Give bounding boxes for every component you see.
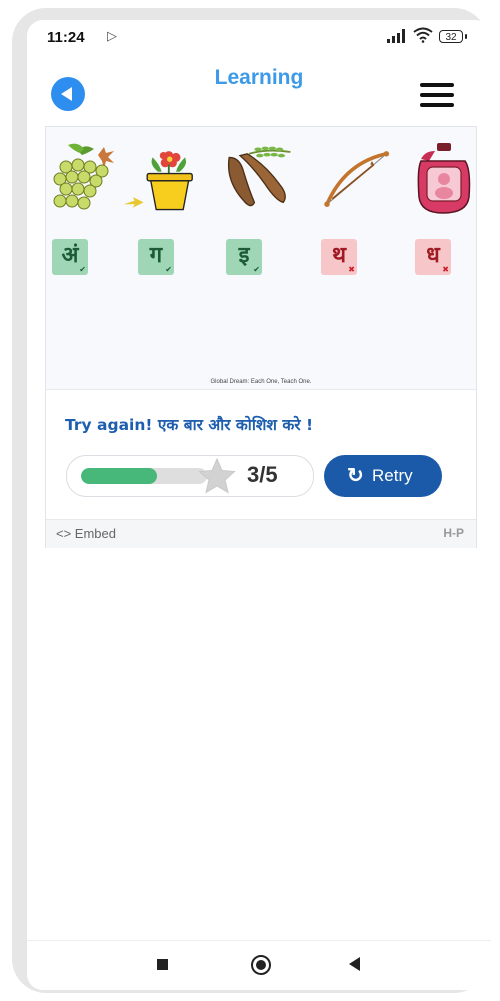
system-back-button[interactable] [349, 957, 360, 971]
phone-screen: 11:24 ▷ 32 Learning अं ✔ ग ✔ इ ✔ थ ✖ ध ✖… [27, 20, 491, 990]
score-text: 3/5 [247, 462, 278, 487]
letter-tile-2[interactable]: ग ✔ [138, 239, 174, 275]
star-icon [198, 457, 236, 494]
letter-tile-3[interactable]: इ ✔ [226, 239, 262, 275]
bow-and-arrow-image [324, 151, 390, 207]
letter-char: ग [149, 243, 163, 268]
tamarind-image [227, 146, 291, 207]
h5p-footer: <> Embed H-P [46, 519, 476, 548]
cast-icon: ▷ [107, 28, 117, 43]
letter-char: थ [331, 243, 347, 268]
h5p-activity-card: अं ✔ ग ✔ इ ✔ थ ✖ ध ✖ Global Dream: Each … [45, 126, 477, 548]
progress-track [81, 468, 207, 484]
grapes-image [53, 143, 114, 210]
home-button[interactable] [251, 955, 271, 975]
check-icon: ✔ [79, 265, 86, 274]
retry-icon: ↻ [347, 465, 364, 487]
signal-icon [387, 29, 405, 43]
hamburger-menu-button[interactable] [420, 83, 454, 109]
letter-tile-1[interactable]: अं ✔ [52, 239, 88, 275]
retry-button[interactable]: ↻ Retry [324, 455, 442, 497]
retry-label: Retry [372, 466, 413, 485]
credit-text: Global Dream: Each One, Teach One. [210, 379, 312, 385]
feedback-message: Try again! एक बार और कोशिश करे ! [65, 416, 314, 434]
status-bar: 11:24 ▷ 32 [27, 20, 491, 60]
app-bar: Learning [27, 60, 491, 130]
letter-tile-4[interactable]: थ ✖ [321, 239, 357, 275]
check-icon: ✔ [165, 265, 172, 274]
system-navigation-bar [27, 940, 491, 990]
battery-icon: 32 [439, 30, 467, 43]
cross-icon: ✖ [348, 265, 355, 274]
recents-button[interactable] [157, 959, 168, 970]
letter-char: अं [61, 243, 79, 268]
wifi-icon [413, 27, 433, 43]
letter-tile-5[interactable]: ध ✖ [415, 239, 451, 275]
letter-char: ध [426, 243, 440, 268]
flask-image [417, 143, 471, 214]
status-time: 11:24 [47, 29, 85, 46]
embed-link[interactable]: <> Embed [56, 526, 116, 541]
letter-char: इ [238, 243, 250, 268]
h5p-logo[interactable]: H-P [443, 526, 464, 540]
drag-and-drop-activity: अं ✔ ग ✔ इ ✔ थ ✖ ध ✖ Global Dream: Each … [46, 127, 476, 390]
score-bar: 3/5 [66, 455, 314, 497]
progress-fill [81, 468, 157, 484]
cross-icon: ✖ [442, 265, 449, 274]
check-icon: ✔ [253, 265, 260, 274]
flower-pot-image [123, 151, 193, 211]
